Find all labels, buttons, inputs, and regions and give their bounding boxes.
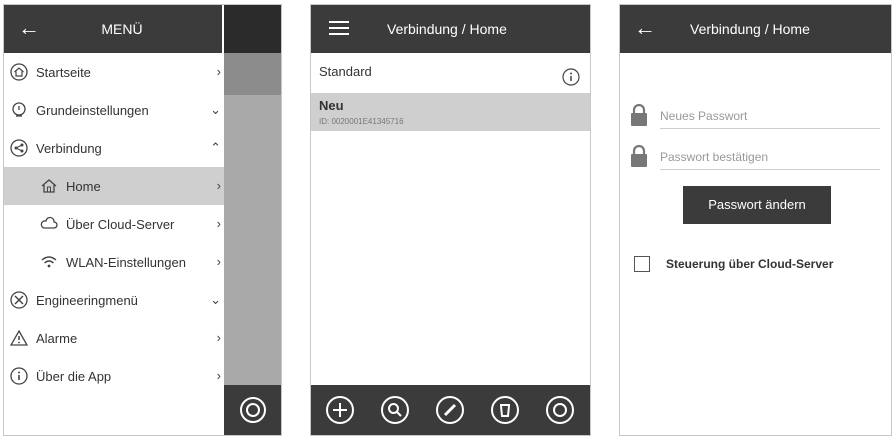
connection-list: Standard Neu ID: 0020001E41345716 xyxy=(311,53,590,131)
cloud-control-checkbox[interactable] xyxy=(634,256,650,272)
search-icon[interactable] xyxy=(379,394,411,431)
menu-item-label: WLAN-Einstellungen xyxy=(66,254,186,270)
lock-icon xyxy=(628,144,650,173)
dimmed-background[interactable] xyxy=(224,5,281,435)
menu-item-alarme[interactable]: Alarme › xyxy=(4,319,224,357)
menu-item-home[interactable]: Home › xyxy=(4,167,224,205)
password-header: ← Verbindung / Home xyxy=(620,5,891,53)
confirm-password-field[interactable]: Passwort bestätigen xyxy=(628,144,886,170)
tools-icon xyxy=(10,291,28,309)
add-icon[interactable] xyxy=(324,394,356,431)
change-password-button[interactable]: Passwort ändern xyxy=(683,186,831,224)
settings-gear-icon[interactable] xyxy=(237,394,269,431)
info-icon xyxy=(10,367,28,385)
back-arrow-icon[interactable]: ← xyxy=(18,17,40,39)
menu-header: ← MENÜ xyxy=(4,5,222,53)
new-password-field[interactable]: Neues Passwort xyxy=(628,103,886,129)
menu-title: MENÜ xyxy=(101,21,143,37)
menu-screen: ← MENÜ Startseite › Grundeinstellungen ⌄… xyxy=(3,4,282,436)
list-title: Verbindung / Home xyxy=(387,21,507,37)
cloud-control-label: Steuerung über Cloud-Server xyxy=(666,257,834,271)
password-screen: ← Verbindung / Home Neues Passwort Passw… xyxy=(619,4,892,436)
chevron-down-icon: ⌄ xyxy=(210,102,221,117)
menu-item-label: Über Cloud-Server xyxy=(66,216,175,232)
home-icon xyxy=(40,177,58,195)
wifi-icon xyxy=(40,253,58,271)
menu-item-label: Engineeringmenü xyxy=(36,292,138,308)
menu-item-ueber-die-app[interactable]: Über die App › xyxy=(4,357,224,395)
list-item-selected[interactable]: Neu ID: 0020001E41345716 xyxy=(311,93,590,131)
chevron-right-icon: › xyxy=(216,216,221,231)
cloud-icon xyxy=(40,215,58,233)
warning-icon xyxy=(10,329,28,347)
new-password-placeholder: Neues Passwort xyxy=(660,109,748,123)
navigation-menu: Startseite › Grundeinstellungen ⌄ Verbin… xyxy=(4,53,224,395)
menu-item-startseite[interactable]: Startseite › xyxy=(4,53,224,91)
chevron-right-icon: › xyxy=(216,330,221,345)
share-icon xyxy=(10,139,28,157)
home-circle-icon xyxy=(10,63,28,81)
menu-item-label: Über die App xyxy=(36,368,112,384)
connection-list-screen: Verbindung / Home Standard Neu ID: 00200… xyxy=(310,4,591,436)
menu-item-grundeinstellungen[interactable]: Grundeinstellungen ⌄ xyxy=(4,91,224,129)
action-toolbar xyxy=(311,385,590,435)
back-arrow-icon[interactable]: ← xyxy=(634,17,656,39)
menu-item-label: Alarme xyxy=(36,330,78,346)
settings-gear-icon[interactable] xyxy=(544,394,576,431)
list-item-id: ID: 0020001E41345716 xyxy=(319,117,404,126)
hamburger-menu-icon[interactable] xyxy=(329,20,349,41)
menu-item-engineeringmenu[interactable]: Engineeringmenü ⌄ xyxy=(4,281,224,319)
list-item-name: Neu xyxy=(319,98,344,113)
menu-item-label: Home xyxy=(66,178,101,194)
chevron-right-icon: › xyxy=(216,368,221,383)
list-item-standard[interactable]: Standard xyxy=(311,53,590,93)
chevron-right-icon: › xyxy=(216,178,221,193)
settings-bulb-icon xyxy=(10,101,28,119)
menu-item-label: Startseite xyxy=(36,64,91,80)
menu-item-label: Grundeinstellungen xyxy=(36,102,149,118)
menu-item-verbindung[interactable]: Verbindung ⌃ xyxy=(4,129,224,167)
chevron-down-icon: ⌄ xyxy=(210,292,221,307)
chevron-up-icon: ⌃ xyxy=(210,140,221,155)
list-item-label: Standard xyxy=(319,64,372,79)
menu-item-cloud-server[interactable]: Über Cloud-Server › xyxy=(4,205,224,243)
edit-icon[interactable] xyxy=(434,394,466,431)
delete-icon[interactable] xyxy=(489,394,521,431)
chevron-right-icon: › xyxy=(216,254,221,269)
chevron-right-icon: › xyxy=(216,64,221,79)
menu-item-label: Verbindung xyxy=(36,140,102,156)
password-title: Verbindung / Home xyxy=(690,21,810,37)
list-header: Verbindung / Home xyxy=(311,5,590,53)
confirm-password-placeholder: Passwort bestätigen xyxy=(660,150,769,164)
lock-icon xyxy=(628,103,650,132)
menu-item-wlan[interactable]: WLAN-Einstellungen › xyxy=(4,243,224,281)
